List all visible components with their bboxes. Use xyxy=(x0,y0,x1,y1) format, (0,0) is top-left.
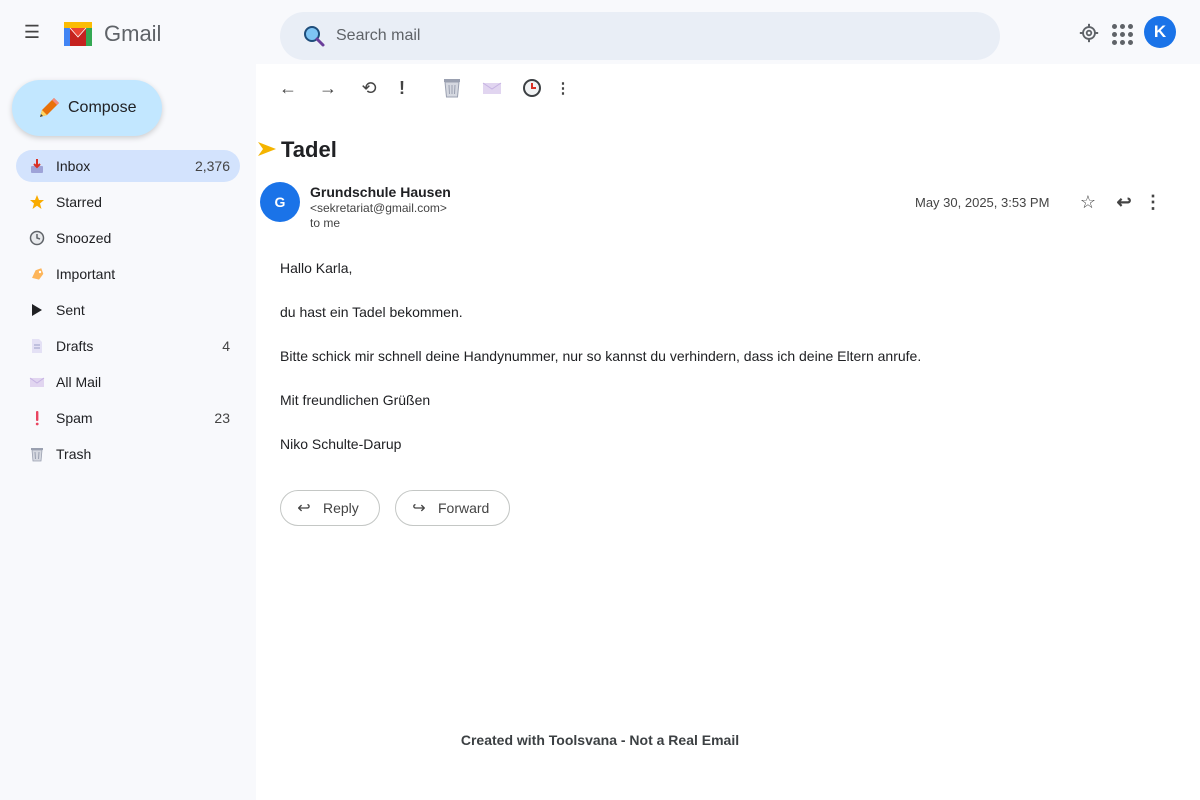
sidebar-item-label: Snoozed xyxy=(56,230,112,246)
sidebar-item-label: Inbox xyxy=(56,158,91,174)
sidebar-item-label: Spam xyxy=(56,410,93,426)
back-arrow-icon[interactable]: ← xyxy=(276,76,300,100)
email-body-line: du hast ein Tadel bekommen. xyxy=(280,304,463,320)
compose-label: Compose xyxy=(68,99,137,116)
header: ☰ Gmail K xyxy=(0,0,1200,64)
forward-arrow-icon[interactable]: → xyxy=(316,76,340,100)
sidebar-item-sent[interactable]: Sent xyxy=(16,294,240,326)
sidebar-item-count: 4 xyxy=(222,338,230,354)
message-panel: ← → ⟲ ! ⋮ Tadel G Grundschule Hausen <se… xyxy=(256,64,1200,800)
sidebar-item-starred[interactable]: Starred xyxy=(16,186,240,218)
forward-label: Forward xyxy=(438,500,490,516)
search-bar[interactable] xyxy=(280,12,1000,60)
footer-disclaimer: Created with Toolsvana - Not a Real Emai… xyxy=(460,732,740,748)
sidebar: Compose Inbox 2,376 Starred Snoozed Impo… xyxy=(0,64,256,800)
sidebar-item-important[interactable]: Important xyxy=(16,258,240,290)
email-body-line: Bitte schick mir schnell deine Handynumm… xyxy=(280,348,922,364)
reply-icon[interactable]: ↩ xyxy=(1112,190,1136,214)
delete-icon[interactable] xyxy=(440,76,464,100)
email-body-line: Niko Schulte-Darup xyxy=(280,436,402,452)
refresh-icon[interactable]: ⟲ xyxy=(357,76,381,100)
sidebar-item-count: 2,376 xyxy=(194,158,230,174)
snooze-clock-icon[interactable] xyxy=(520,76,544,100)
sidebar-item-count: 23 xyxy=(214,410,230,426)
sidebar-item-drafts[interactable]: Drafts 4 xyxy=(16,330,240,362)
star-icon xyxy=(28,193,46,211)
sender-avatar[interactable]: G xyxy=(260,182,300,222)
spam-icon xyxy=(28,409,46,427)
forward-arrow-icon: ↪ xyxy=(412,500,426,517)
sent-icon xyxy=(28,301,46,319)
sender-email: <sekretariat@gmail.com> xyxy=(310,201,447,215)
important-icon xyxy=(28,265,46,283)
user-avatar[interactable]: K xyxy=(1144,16,1176,48)
sidebar-item-inbox[interactable]: Inbox 2,376 xyxy=(16,150,240,182)
important-marker-icon[interactable] xyxy=(258,140,276,158)
more-options-icon[interactable]: ⋮ xyxy=(551,76,575,100)
brand-name: Gmail xyxy=(104,21,162,46)
mail-envelope-icon[interactable] xyxy=(480,76,504,100)
draft-icon xyxy=(28,337,46,355)
sender-name[interactable]: Grundschule Hausen xyxy=(310,184,451,200)
forward-button[interactable]: ↪ Forward xyxy=(395,490,510,526)
reply-label: Reply xyxy=(323,500,359,516)
sidebar-item-label: Sent xyxy=(56,302,85,318)
reply-button[interactable]: ↩ Reply xyxy=(280,490,380,526)
email-subject: Tadel xyxy=(281,137,337,162)
sidebar-item-label: Trash xyxy=(56,446,92,462)
sidebar-item-trash[interactable]: Trash xyxy=(16,438,240,470)
compose-button[interactable]: Compose xyxy=(12,80,162,136)
gmail-logo-icon[interactable] xyxy=(64,20,92,48)
sidebar-item-label: Important xyxy=(56,266,116,282)
email-body-line: Mit freundlichen Grüßen xyxy=(280,392,431,408)
recipient-label[interactable]: to me xyxy=(310,216,340,230)
pencil-icon xyxy=(40,98,59,117)
email-body-line: Hallo Karla, xyxy=(280,260,353,276)
sidebar-item-label: Drafts xyxy=(56,338,94,354)
gear-icon[interactable] xyxy=(1078,22,1100,44)
trash-icon xyxy=(28,445,46,463)
report-spam-icon[interactable]: ! xyxy=(390,76,414,100)
inbox-icon xyxy=(28,157,46,175)
sidebar-item-label: All Mail xyxy=(56,374,102,390)
clock-icon xyxy=(28,229,46,247)
sidebar-item-spam[interactable]: Spam 23 xyxy=(16,402,240,434)
all-mail-icon xyxy=(28,373,46,391)
main-menu-icon[interactable]: ☰ xyxy=(18,18,46,46)
search-input[interactable] xyxy=(336,27,936,45)
sidebar-item-label: Starred xyxy=(56,194,102,210)
reply-arrow-icon: ↩ xyxy=(297,500,311,517)
sidebar-nav: Inbox 2,376 Starred Snoozed Important Se… xyxy=(16,150,240,474)
star-icon[interactable]: ☆ xyxy=(1076,190,1100,214)
message-more-icon[interactable]: ⋮ xyxy=(1141,190,1165,214)
search-icon[interactable] xyxy=(302,24,326,48)
email-date: May 30, 2025, 3:53 PM xyxy=(915,195,1050,210)
sidebar-item-all-mail[interactable]: All Mail xyxy=(16,366,240,398)
apps-grid-icon[interactable] xyxy=(1112,24,1133,45)
sidebar-item-snoozed[interactable]: Snoozed xyxy=(16,222,240,254)
